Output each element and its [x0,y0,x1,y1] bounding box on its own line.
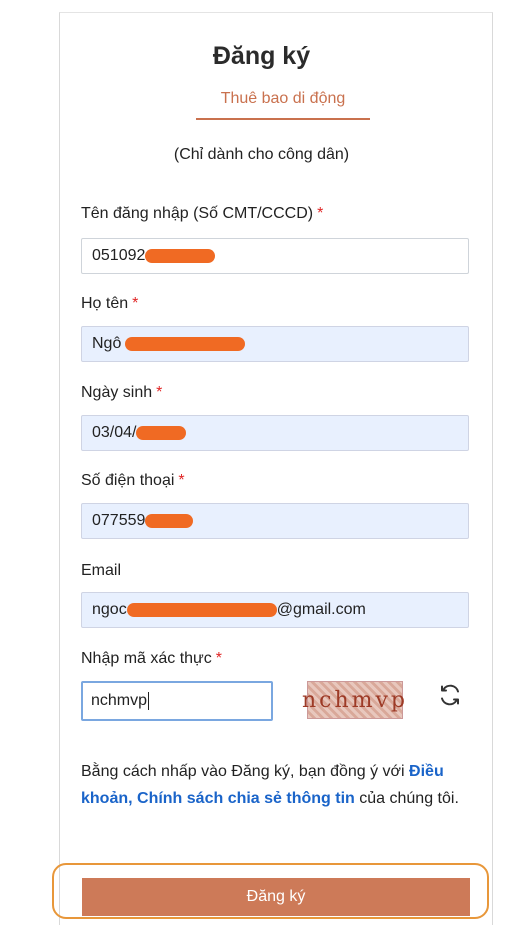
redaction-mark [126,603,277,617]
username-label: Tên đăng nhập (Số CMT/CCCD) * [81,205,324,222]
page-title: Đăng ký [212,42,311,70]
page-subtitle: (Chỉ dành cho công dân) [173,146,350,163]
username-input[interactable]: 051092 [81,238,469,274]
captcha-input[interactable]: nchmvp [81,681,273,721]
required-mark: * [215,650,222,667]
redaction-mark [145,514,194,528]
redaction-mark [145,249,216,263]
terms-text: Bằng cách nhấp vào Đăng ký, bạn đồng ý v… [81,763,459,807]
register-button[interactable]: Đăng ký [82,878,470,916]
fullname-input[interactable]: Ngô [81,326,469,362]
captcha-image: nchmvp [302,681,405,719]
required-mark: * [156,384,163,401]
tab-mobile-subscriber[interactable]: Thuê bao di động [196,90,370,120]
email-label: Email [81,562,122,579]
birthdate-input[interactable]: 03/04/ [81,415,469,451]
required-mark: * [178,472,185,489]
captcha-label: Nhập mã xác thực * [81,650,222,667]
phone-label: Số điện thoại * [81,472,185,489]
refresh-icon[interactable] [438,683,462,707]
birthdate-label: Ngày sinh * [81,384,163,401]
required-mark: * [317,205,324,222]
redaction-mark [125,337,246,351]
redaction-mark [136,426,187,440]
email-input[interactable]: ngoc @gmail.com [81,592,469,628]
fullname-label: Họ tên * [81,295,139,312]
phone-input[interactable]: 077559 [81,503,469,539]
required-mark: * [132,295,139,312]
text-cursor [148,692,150,710]
